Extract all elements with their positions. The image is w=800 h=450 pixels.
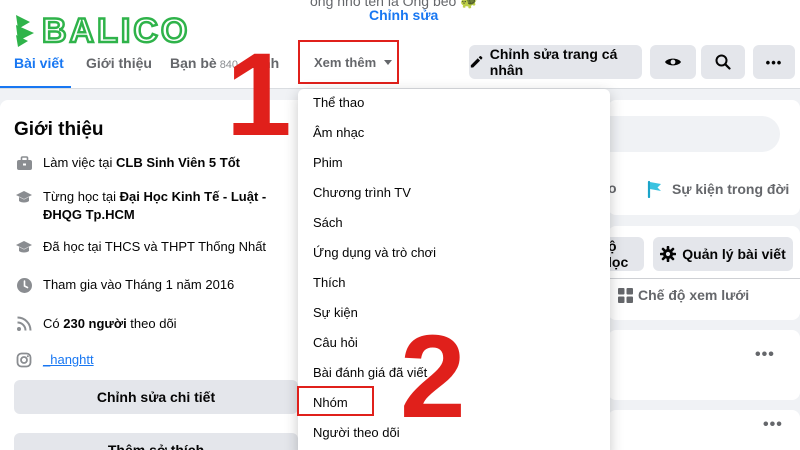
menu-item-books[interactable]: Sách xyxy=(313,215,343,230)
view-as-button[interactable] xyxy=(650,45,696,79)
post-input[interactable] xyxy=(608,116,780,152)
work-place[interactable]: CLB Sinh Viên 5 Tốt xyxy=(116,155,240,170)
followers-count[interactable]: 230 người xyxy=(63,316,126,331)
followers-suffix: theo dõi xyxy=(126,316,177,331)
edit-details-button[interactable]: Chỉnh sửa chi tiết xyxy=(14,380,298,414)
manage-posts-label: Quản lý bài viết xyxy=(682,246,786,262)
logo-text: BALICO xyxy=(41,11,191,52)
intro-followers-text: Có 230 người theo dõi xyxy=(43,315,177,333)
profile-header: ống nhỏ tên là Ống beo 🐢 Chỉnh sửa BALIC… xyxy=(0,0,800,89)
intro-school-text: Đã học tại THCS và THPT Thống Nhất xyxy=(43,239,267,254)
more-tab-highlight[interactable]: Xem thêm xyxy=(298,40,399,84)
filter-divider xyxy=(608,278,800,279)
post-card: ••• xyxy=(608,330,800,400)
menu-item-apps-games[interactable]: Ứng dụng và trò chơi xyxy=(313,245,436,260)
balico-logo: BALICO xyxy=(14,11,191,52)
edit-profile-label: Chỉnh sửa trang cá nhân xyxy=(489,46,618,78)
post-options-icon[interactable]: ••• xyxy=(763,416,783,434)
grid-view-button[interactable]: Chế độ xem lưới xyxy=(618,287,749,303)
clock-icon xyxy=(14,276,34,294)
life-event-label: Sự kiện trong đời xyxy=(672,181,790,197)
intro-study: Từng học tại Đại Học Kinh Tế - Luật - ĐH… xyxy=(14,188,304,224)
intro-title: Giới thiệu xyxy=(14,119,104,140)
edit-bio-link[interactable]: Chỉnh sửa xyxy=(369,7,438,23)
search-icon xyxy=(715,54,731,70)
instagram-icon xyxy=(14,351,34,369)
intro-joined-text: Tham gia vào Tháng 1 năm 2016 xyxy=(43,277,235,292)
study-prefix: Từng học tại xyxy=(43,189,120,204)
menu-item-movies[interactable]: Phim xyxy=(313,155,343,170)
search-button[interactable] xyxy=(701,45,745,79)
grid-icon xyxy=(618,287,633,303)
create-post-card: o Sự kiện trong đời xyxy=(608,100,800,215)
posts-filter-card: ộ lọc Quản lý bài viết Chế độ xem lưới xyxy=(608,226,800,320)
tab-friends-label: Bạn bè xyxy=(170,55,217,71)
menu-item-followers[interactable]: Người theo dõi xyxy=(313,425,400,440)
groups-item-highlight xyxy=(297,386,374,416)
post-options-icon[interactable]: ••• xyxy=(755,346,775,364)
graduation-cap-icon xyxy=(14,238,34,256)
tab-about[interactable]: Giới thiệu xyxy=(86,55,152,71)
more-options-icon: ••• xyxy=(765,54,783,70)
intro-work-text: Làm việc tại CLB Sinh Viên 5 Tốt xyxy=(43,154,240,172)
rss-icon xyxy=(14,315,34,333)
flag-icon xyxy=(647,180,661,198)
work-prefix: Làm việc tại xyxy=(43,155,116,170)
intro-joined: Tham gia vào Tháng 1 năm 2016 xyxy=(14,276,304,294)
intro-followers: Có 230 người theo dõi xyxy=(14,315,304,333)
edit-profile-button[interactable]: Chỉnh sửa trang cá nhân xyxy=(469,45,642,79)
menu-item-questions[interactable]: Câu hỏi xyxy=(313,335,358,350)
instagram-link[interactable]: _hanghtt xyxy=(43,351,94,369)
add-hobbies-button[interactable]: Thêm sở thích xyxy=(14,433,298,450)
life-event-button[interactable]: Sự kiện trong đời xyxy=(646,180,789,198)
intro-instagram: _hanghtt xyxy=(14,351,304,369)
menu-item-sports[interactable]: Thể thao xyxy=(313,95,364,110)
menu-item-music[interactable]: Âm nhạc xyxy=(313,125,364,140)
briefcase-icon xyxy=(14,154,34,172)
filter-button[interactable]: ộ lọc xyxy=(608,237,644,271)
tab-posts[interactable]: Bài viết xyxy=(14,55,64,71)
menu-item-likes[interactable]: Thích xyxy=(313,275,346,290)
tab-more-label: Xem thêm xyxy=(314,55,377,70)
intro-study-text: Từng học tại Đại Học Kinh Tế - Luật - ĐH… xyxy=(43,188,304,224)
followers-prefix: Có xyxy=(43,316,64,331)
more-options-button[interactable]: ••• xyxy=(753,45,795,79)
balico-logo-mark xyxy=(14,13,38,49)
caret-down-icon xyxy=(384,60,393,65)
menu-item-tv-shows[interactable]: Chương trình TV xyxy=(313,185,411,200)
gear-icon xyxy=(660,246,677,262)
grid-view-label: Chế độ xem lưới xyxy=(638,287,750,303)
step-1-annotation: 1 xyxy=(226,29,292,161)
intro-school: Đã học tại THCS và THPT Thống Nhất xyxy=(14,238,304,256)
graduation-cap-icon xyxy=(14,188,34,206)
step-2-annotation: 2 xyxy=(400,311,466,443)
eye-icon xyxy=(665,58,681,66)
tab-more[interactable]: Xem thêm xyxy=(314,55,393,70)
post-card: ••• xyxy=(608,410,800,450)
pencil-icon xyxy=(470,56,483,68)
manage-posts-button[interactable]: Quản lý bài viết xyxy=(653,237,793,271)
menu-item-events[interactable]: Sự kiện xyxy=(313,305,358,320)
